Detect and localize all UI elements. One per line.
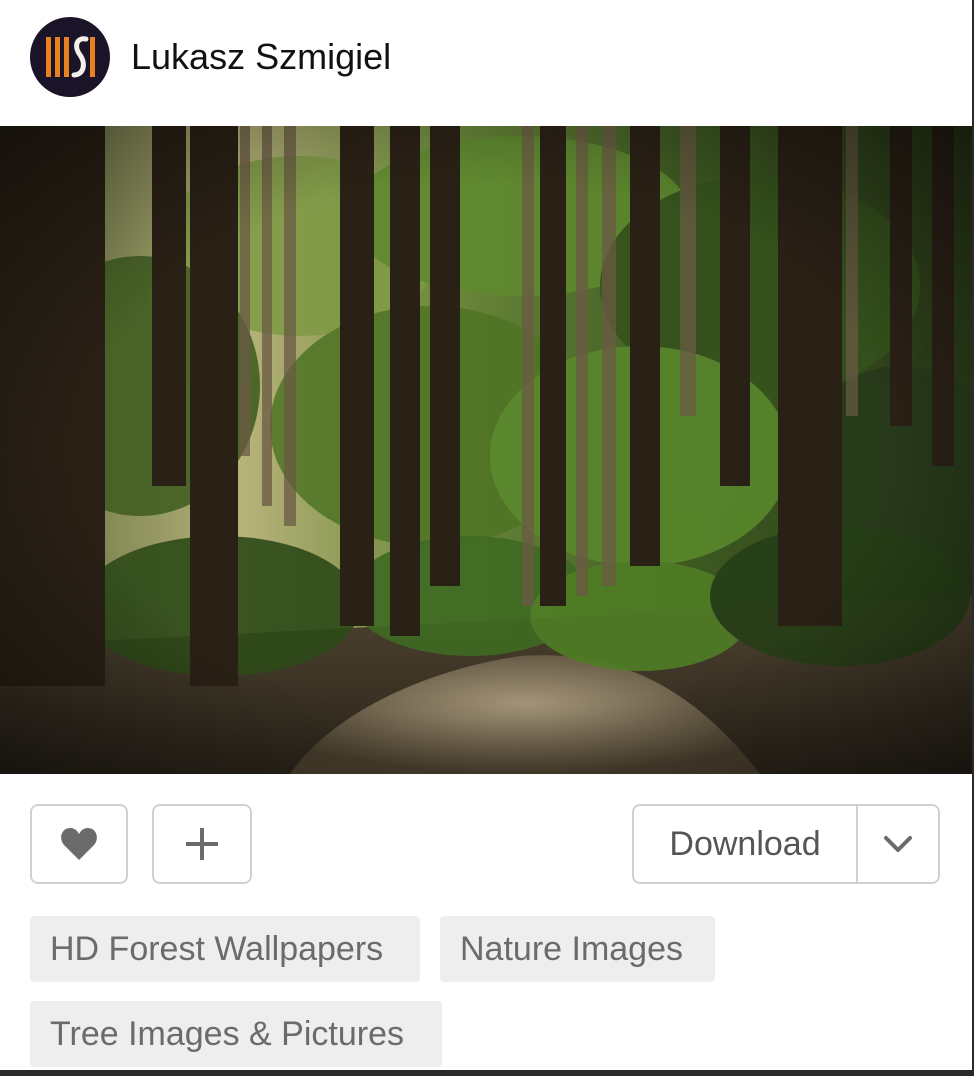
tag-chip[interactable]: HD Forest Wallpapers bbox=[30, 916, 420, 982]
tag-chip[interactable]: Tree Images & Pictures bbox=[30, 1001, 442, 1067]
tag-chip[interactable]: Nature Images bbox=[440, 916, 715, 982]
window-edge-bottom bbox=[0, 1070, 974, 1076]
author-name[interactable]: Lukasz Szmigiel bbox=[131, 36, 391, 78]
download-options-button[interactable] bbox=[858, 806, 938, 882]
add-to-collection-button[interactable] bbox=[152, 804, 252, 884]
forest-path-photo[interactable] bbox=[0, 126, 972, 774]
plus-icon bbox=[186, 828, 218, 860]
author-logo-icon bbox=[46, 36, 95, 78]
chevron-down-icon bbox=[884, 836, 912, 852]
author-avatar[interactable] bbox=[30, 17, 110, 97]
download-button-group: Download bbox=[632, 804, 940, 884]
heart-icon bbox=[61, 828, 97, 860]
photo-header: Lukasz Szmigiel bbox=[0, 0, 972, 126]
like-button[interactable] bbox=[30, 804, 128, 884]
download-button[interactable]: Download bbox=[634, 806, 856, 882]
